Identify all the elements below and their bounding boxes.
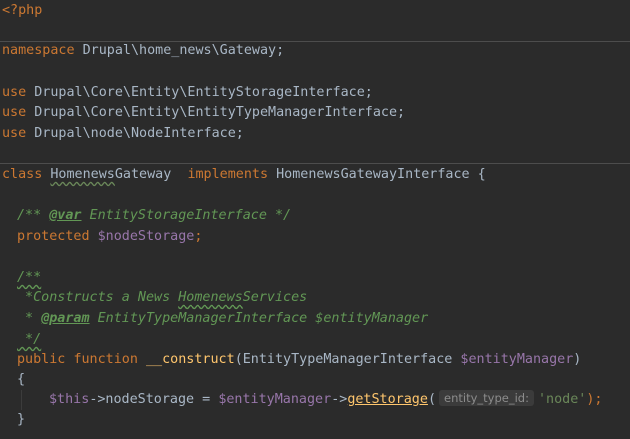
get-storage-method[interactable]: getStorage [347,392,428,407]
constructor-close-brace[interactable]: } [17,410,25,430]
parameter-name-hint: entity_type_id: [439,390,534,406]
doc-var-tag: @var [49,208,82,223]
class-name-rest: Gateway [114,167,172,182]
method-arrow: -> [331,392,348,407]
use-keyword: use [2,126,27,141]
doc-description-misspelled-word: Homenews [178,290,243,305]
doc-comment-close: */ [17,332,42,347]
use-value: Drupal\Core\Entity\EntityTypeManagerInte… [26,105,406,120]
call-close: ); [586,392,603,407]
constructor-open-brace[interactable]: { [17,370,25,390]
call-open-paren: ( [427,392,436,407]
property-declaration-line[interactable]: protected $nodeStorage; [17,227,202,247]
this-variable: $this [49,392,90,407]
doc-comment-description-line[interactable]: *Constructs a News HomenewsServices [17,288,307,308]
entity-manager-variable: $entityManager [218,392,332,407]
class-keyword: class [2,167,43,182]
public-keyword: public [17,352,66,367]
semicolon: ; [194,229,203,244]
namespace-value: Drupal\home_news\Gateway; [74,43,285,58]
doc-description-text-end: Services [242,290,308,305]
doc-param-prefix: * [17,311,42,326]
var-doc-comment-line[interactable]: /** @var EntityStorageInterface */ [17,206,291,226]
doc-param-description: EntityTypeManagerInterface $entityManage… [89,311,429,326]
implements-keyword: implements [187,167,269,182]
constructor-signature-line[interactable]: public function __construct(EntityTypeMa… [17,350,581,370]
use-keyword: use [2,105,27,120]
function-keyword: function [73,352,138,367]
namespace-keyword: namespace [2,43,75,58]
interface-name: HomenewsGatewayInterface { [268,167,486,182]
use-line-entity-type-manager[interactable]: use Drupal\Core\Entity\EntityTypeManager… [2,103,405,123]
doc-comment-open: /** [17,270,42,285]
property-name: $nodeStorage [89,229,195,244]
namespace-line[interactable]: namespace Drupal\home_news\Gateway; [2,41,284,61]
class-declaration-line[interactable]: class HomenewsGateway implements Homenew… [2,165,486,185]
use-value: Drupal\node\NodeInterface; [26,126,244,141]
use-keyword: use [2,85,27,100]
class-name-misspelled-part: Homenews [50,167,115,182]
use-line-entity-storage[interactable]: use Drupal\Core\Entity\EntityStorageInte… [2,83,373,103]
doc-description-text: *Constructs a News [17,290,179,305]
doc-comment-param-line[interactable]: * @param EntityTypeManagerInterface $ent… [17,309,428,329]
doc-comment-open: /** [17,208,50,223]
doc-comment-open-line[interactable]: /** [17,268,41,288]
indent-guide [21,390,22,410]
constructor-param-variable: $entityManager [460,352,574,367]
separator-after-use-statements [0,163,630,164]
doc-comment-rest: EntityStorageInterface */ [81,208,292,223]
string-argument: 'node' [537,392,587,407]
use-value: Drupal\Core\Entity\EntityStorageInterfac… [26,85,373,100]
use-line-node-interface[interactable]: use Drupal\node\NodeInterface; [2,124,244,144]
constructor-params: (EntityTypeManagerInterface [234,352,461,367]
doc-comment-close-line[interactable]: */ [17,330,41,350]
assignment-line[interactable]: $this->nodeStorage = $entityManager->get… [49,390,602,410]
php-open-tag[interactable]: <?php [2,1,42,21]
protected-keyword: protected [17,229,90,244]
constructor-name: __construct [146,352,235,367]
assignment-target: ->nodeStorage = [89,392,219,407]
constructor-params-close: ) [573,352,582,367]
doc-param-tag: @param [41,311,90,326]
